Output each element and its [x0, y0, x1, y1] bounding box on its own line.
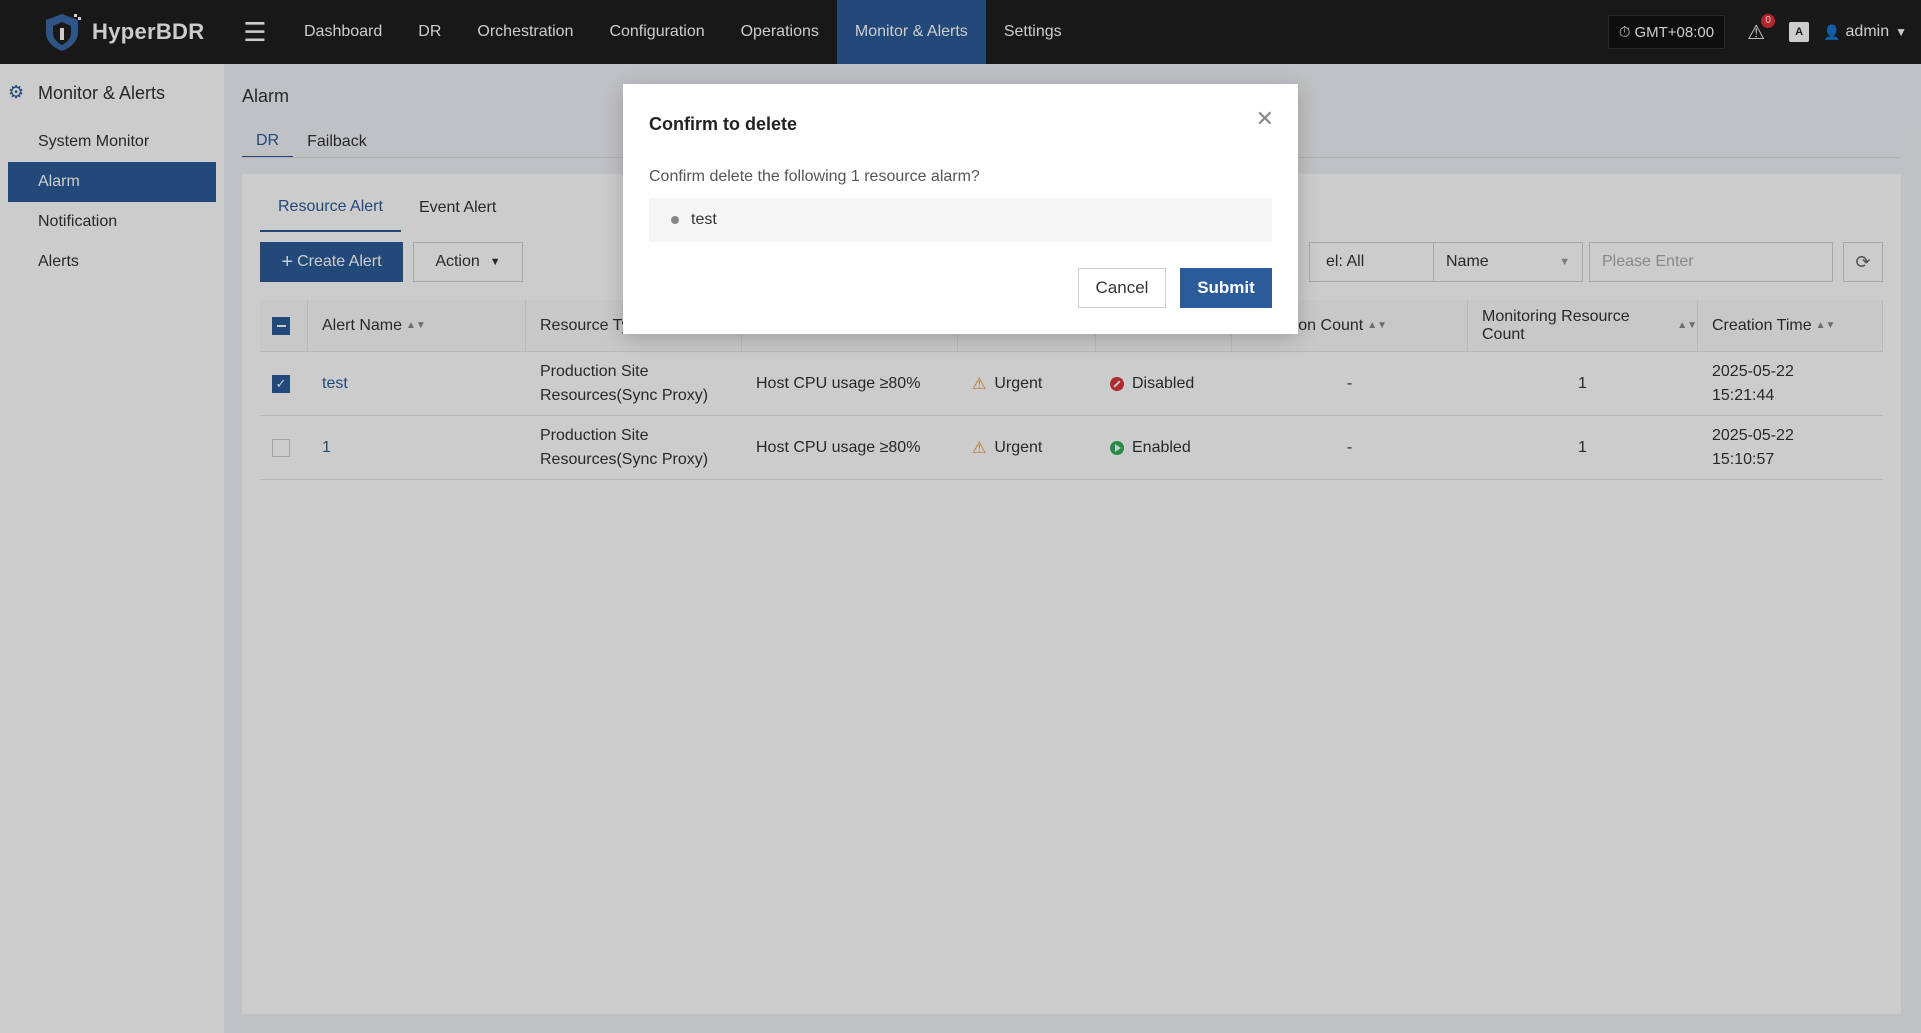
cancel-button[interactable]: Cancel: [1078, 268, 1166, 308]
bullet-icon: [671, 216, 679, 224]
delete-item: test: [691, 211, 717, 228]
submit-button[interactable]: Submit: [1180, 268, 1272, 308]
dialog-title: Confirm to delete: [649, 114, 798, 134]
close-icon[interactable]: ✕: [1256, 108, 1274, 130]
confirm-delete-dialog: Confirm to delete ✕ Confirm delete the f…: [623, 84, 1298, 334]
delete-item-list: test: [649, 198, 1272, 242]
dialog-message: Confirm delete the following 1 resource …: [649, 168, 980, 185]
